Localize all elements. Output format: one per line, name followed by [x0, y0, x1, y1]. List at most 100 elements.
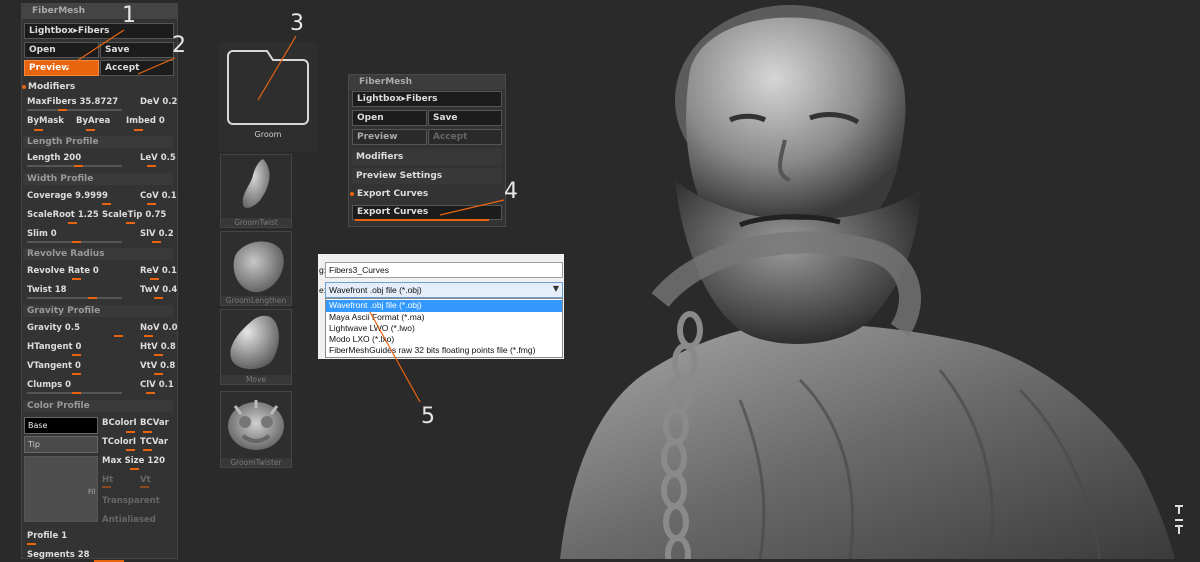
axis-gizmo-icon[interactable]	[1172, 500, 1186, 540]
viewport-sculpt-render[interactable]	[540, 0, 1200, 559]
scaletip-slider[interactable]: ScaleTip 0.75	[102, 209, 166, 221]
imbed-slider[interactable]: Imbed 0	[126, 115, 165, 127]
base-color-swatch[interactable]: Base	[24, 417, 98, 434]
max-size-slider[interactable]: Max Size 120	[102, 455, 165, 467]
profile-slider[interactable]: Profile 1	[27, 530, 67, 542]
tcvar-slider[interactable]: TCVar	[140, 436, 168, 448]
htv-slider[interactable]: HtV 0.8	[140, 341, 176, 353]
dropdown-option[interactable]: Maya Ascii Format (*.ma)	[329, 312, 424, 323]
slider-knob[interactable]	[126, 449, 135, 451]
slider-knob[interactable]	[134, 129, 143, 131]
tip-color-swatch[interactable]: Tip	[24, 436, 98, 453]
brush-move[interactable]: Move	[220, 309, 292, 385]
slv-slider[interactable]: SlV 0.2	[140, 228, 174, 240]
save-button[interactable]: Save	[428, 110, 502, 126]
slider-knob[interactable]	[126, 222, 135, 224]
slider-knob[interactable]	[72, 241, 81, 243]
export-curves-button[interactable]: Export Curves	[352, 205, 502, 220]
dev-slider[interactable]: DeV 0.2	[140, 96, 177, 108]
revolve-radius-header[interactable]: Revolve Radius	[23, 248, 173, 260]
bymask-button[interactable]: ByMask	[27, 115, 64, 127]
slider-knob[interactable]	[143, 431, 152, 433]
cov-slider[interactable]: CoV 0.1	[140, 190, 177, 202]
slider-knob[interactable]	[86, 129, 95, 131]
vtangent-slider[interactable]: VTangent 0	[27, 360, 81, 372]
slider-knob[interactable]	[74, 165, 83, 167]
lightbox-fibers-button[interactable]: Lightbox▸Fibers	[24, 23, 174, 39]
slider-knob[interactable]	[144, 335, 153, 337]
lightbox-fibers-button[interactable]: Lightbox▸Fibers	[352, 91, 502, 107]
clv-slider[interactable]: ClV 0.1	[140, 379, 174, 391]
export-curves-header[interactable]: Export Curves	[357, 188, 428, 200]
accept-button[interactable]: Accept	[100, 60, 174, 76]
slider-knob[interactable]	[152, 241, 161, 243]
slider-knob[interactable]	[154, 373, 163, 375]
slider-knob[interactable]	[68, 222, 77, 224]
nov-slider[interactable]: NoV 0.0	[140, 322, 178, 334]
slider-knob[interactable]	[140, 486, 149, 488]
filename-input[interactable]: Fibers3_Curves	[325, 262, 563, 278]
length-slider[interactable]: Length 200	[27, 152, 81, 164]
transparent-toggle[interactable]: Transparent	[102, 495, 160, 507]
dropdown-option[interactable]: FiberMeshGuides raw 32 bits floating poi…	[329, 345, 535, 356]
vtv-slider[interactable]: VtV 0.8	[140, 360, 175, 372]
color-profile-header[interactable]: Color Profile	[23, 400, 173, 412]
slider-knob[interactable]	[150, 278, 159, 280]
gravity-profile-header[interactable]: Gravity Profile	[23, 305, 173, 317]
slider-knob[interactable]	[146, 392, 155, 394]
length-profile-header[interactable]: Length Profile	[23, 136, 173, 148]
segments-slider[interactable]: Segments 28	[27, 549, 90, 561]
revolve-rate-slider[interactable]: Revolve Rate 0	[27, 265, 99, 277]
slider-knob[interactable]	[143, 449, 152, 451]
slider-knob[interactable]	[147, 165, 156, 167]
open-button[interactable]: Open	[352, 110, 427, 126]
preview-button[interactable]: Preview	[24, 60, 99, 76]
scaleroot-slider[interactable]: ScaleRoot 1.25	[27, 209, 99, 221]
coverage-slider[interactable]: Coverage 9.9999	[27, 190, 108, 202]
slider-knob[interactable]	[72, 278, 81, 280]
modifiers-header[interactable]: Modifiers	[352, 149, 502, 165]
lev-slider[interactable]: LeV 0.5	[140, 152, 176, 164]
save-type-select[interactable]: Wavefront .obj file (*.obj) ▼	[325, 282, 563, 298]
bcolor-intensity-slider[interactable]: BColorI	[102, 417, 137, 429]
slider-knob[interactable]	[58, 109, 67, 111]
brush-groomlengthen[interactable]: GroomLengthen	[220, 231, 292, 306]
slider-knob[interactable]	[114, 335, 123, 337]
htangent-slider[interactable]: HTangent 0	[27, 341, 81, 353]
groom-brush-group[interactable]: Groom	[219, 42, 317, 152]
brush-groomtwister[interactable]: GroomTwister	[220, 391, 292, 468]
open-button[interactable]: Open	[24, 42, 99, 58]
clumps-slider[interactable]: Clumps 0	[27, 379, 71, 391]
slider-knob[interactable]	[72, 354, 81, 356]
slider-knob[interactable]	[88, 297, 97, 299]
slider-knob[interactable]	[102, 203, 111, 205]
slider-knob[interactable]	[27, 543, 36, 545]
slider-knob[interactable]	[130, 468, 139, 470]
antialiased-toggle[interactable]: Antialiased	[102, 514, 156, 526]
slider-knob[interactable]	[102, 486, 111, 488]
slider-knob[interactable]	[126, 431, 135, 433]
tcolor-intensity-slider[interactable]: TColorI	[102, 436, 136, 448]
width-profile-header[interactable]: Width Profile	[23, 173, 173, 185]
preview-settings-header[interactable]: Preview Settings	[352, 168, 502, 184]
accept-button[interactable]: Accept	[428, 129, 502, 145]
gravity-slider[interactable]: Gravity 0.5	[27, 322, 80, 334]
slider-knob[interactable]	[154, 297, 163, 299]
save-button[interactable]: Save	[100, 42, 174, 58]
modifiers-header[interactable]: Modifiers	[28, 81, 75, 93]
slider-knob[interactable]	[154, 354, 163, 356]
preview-button[interactable]: Preview	[352, 129, 427, 145]
slider-knob[interactable]	[147, 203, 156, 205]
byarea-button[interactable]: ByArea	[76, 115, 110, 127]
ht-slider[interactable]: Ht	[102, 474, 113, 486]
dropdown-option[interactable]: Modo LXO (*.lxo)	[329, 334, 394, 345]
maxfibers-slider[interactable]: MaxFibers 35.8727	[27, 96, 118, 108]
slider-knob[interactable]	[34, 129, 43, 131]
twist-slider[interactable]: Twist 18	[27, 284, 67, 296]
brush-groomtwist[interactable]: GroomTwist	[220, 154, 292, 228]
bcvar-slider[interactable]: BCVar	[140, 417, 169, 429]
slider-knob[interactable]	[72, 373, 81, 375]
slider-knob[interactable]	[72, 392, 81, 394]
dropdown-option[interactable]: Lightwave LWO (*.lwo)	[329, 323, 415, 334]
vt-slider[interactable]: Vt	[140, 474, 151, 486]
